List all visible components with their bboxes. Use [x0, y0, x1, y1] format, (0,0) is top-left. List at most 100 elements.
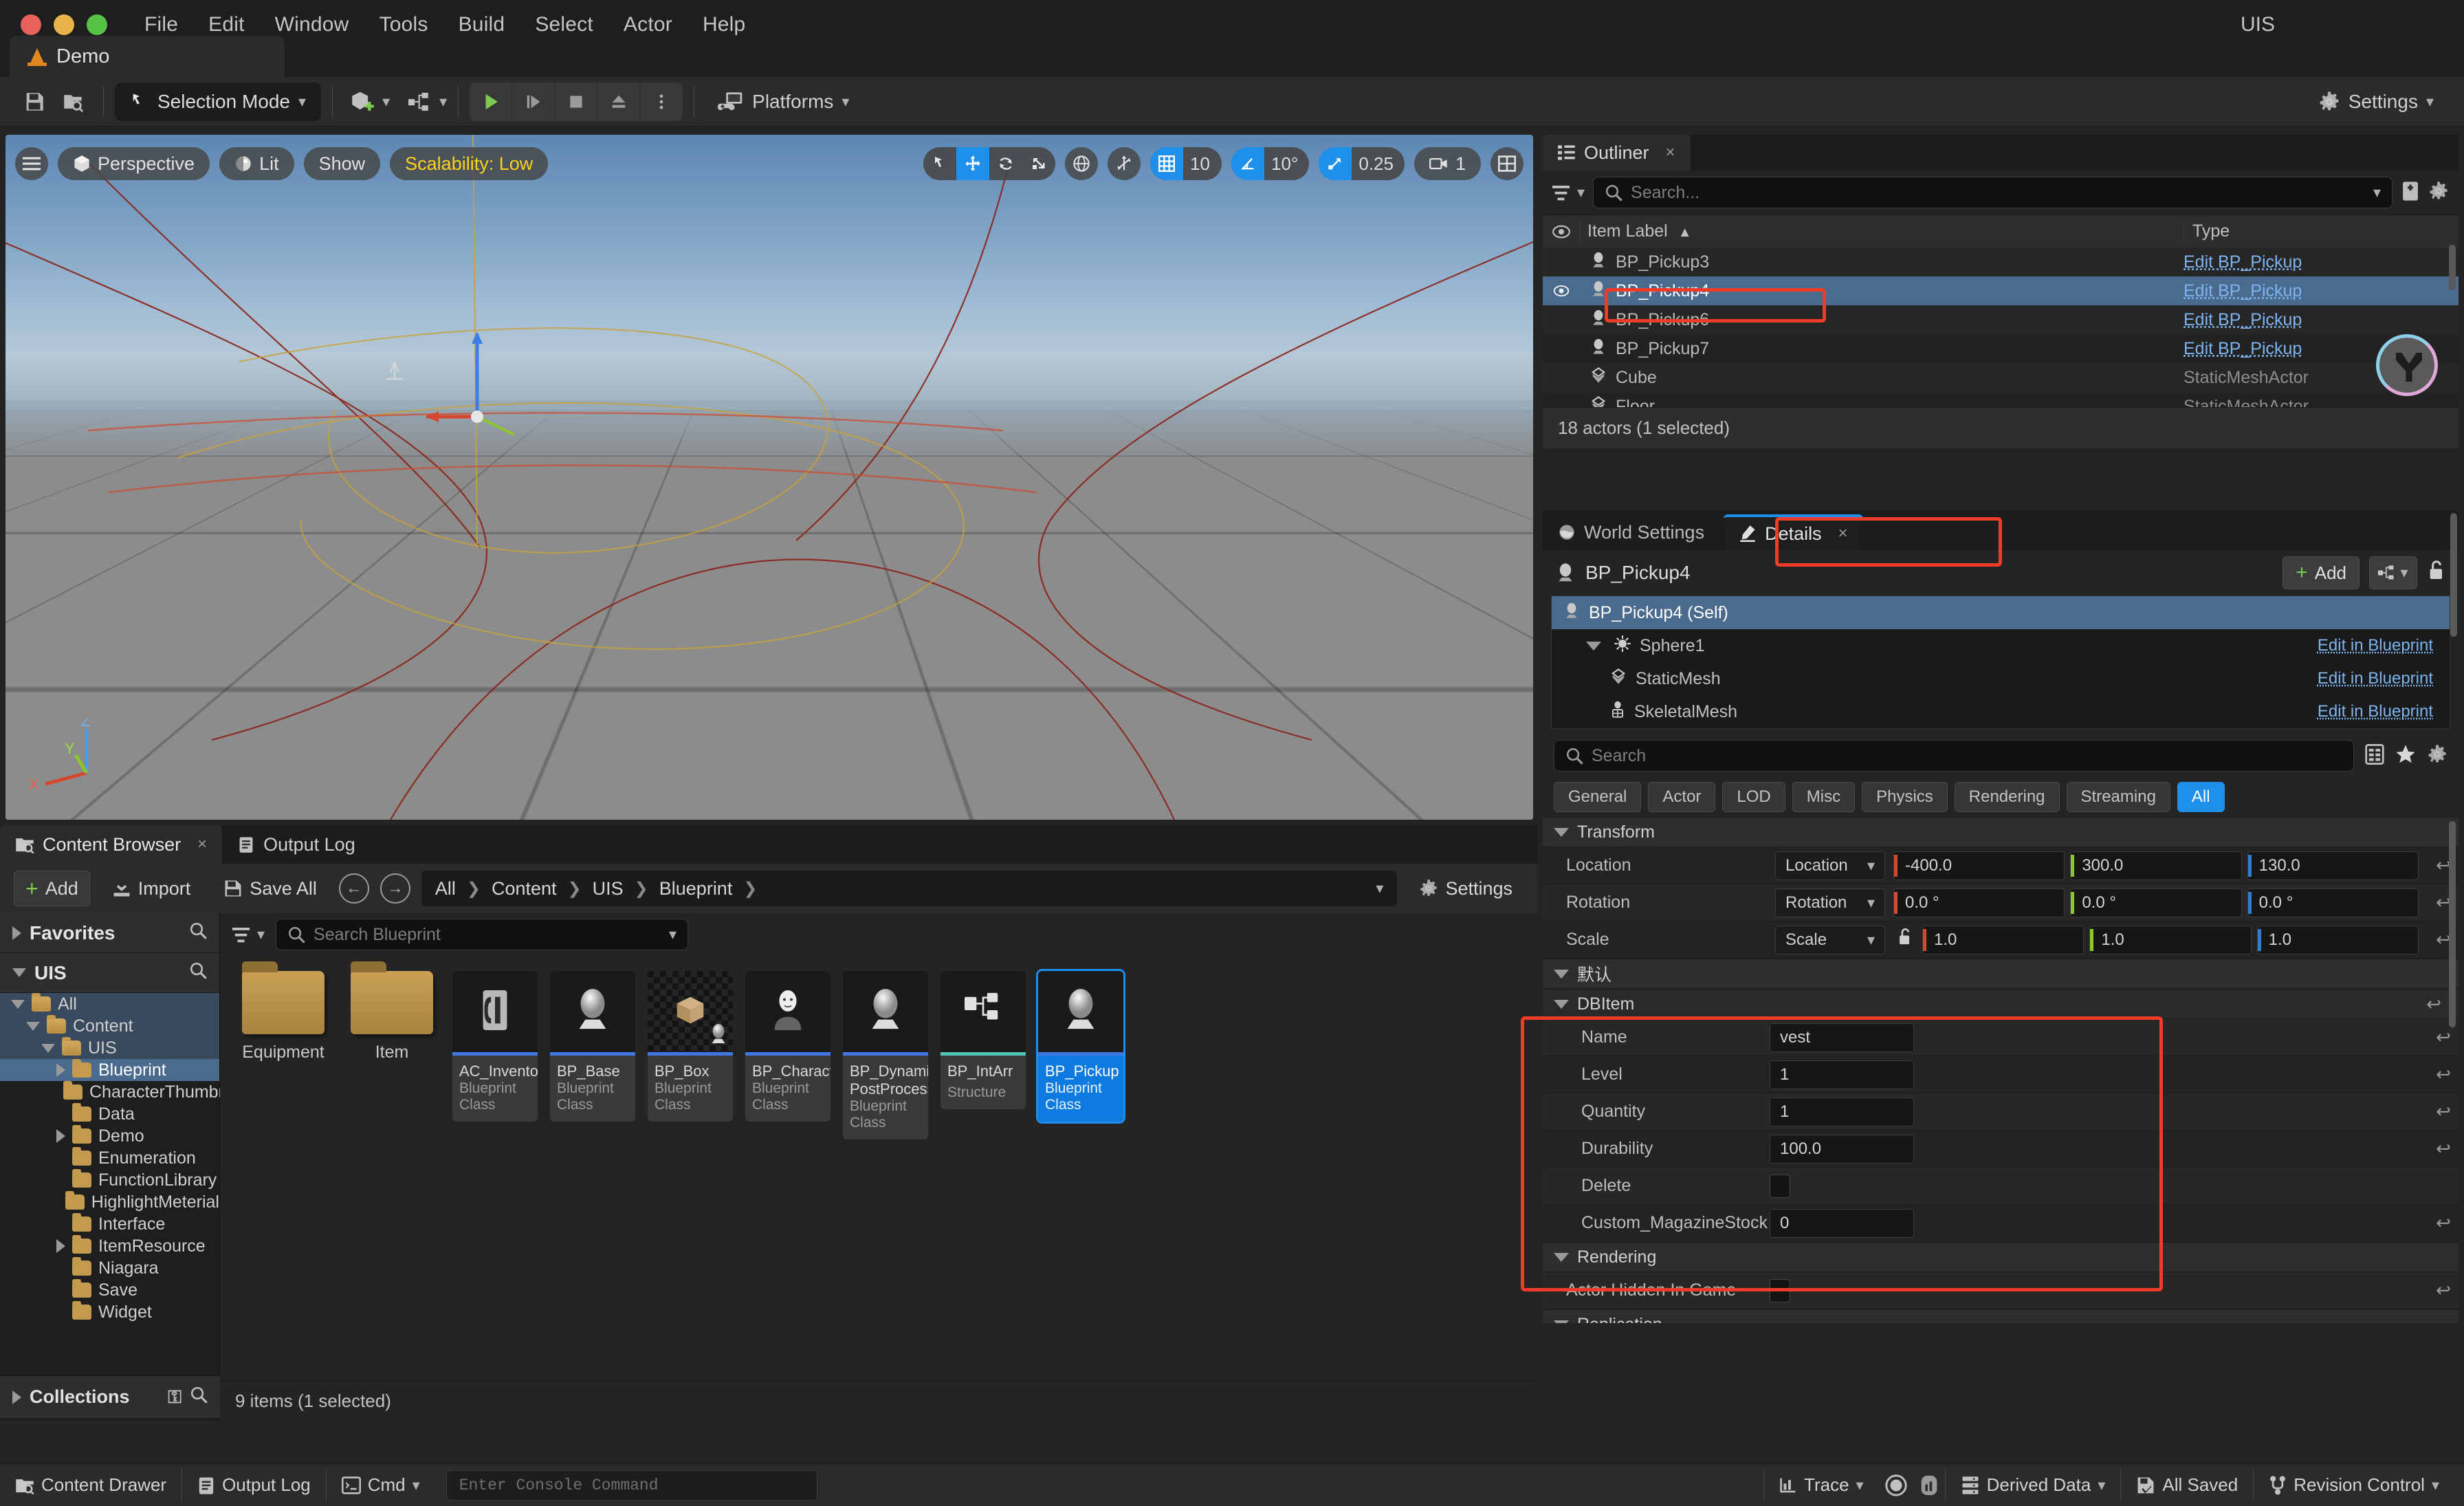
- surface-snap-icon[interactable]: [1108, 147, 1141, 180]
- save-icon[interactable]: [15, 83, 54, 121]
- edit-in-blueprint-link[interactable]: Edit in Blueprint: [2318, 702, 2433, 721]
- scale-snap-icon[interactable]: [1319, 147, 1352, 180]
- favorites-header[interactable]: Favorites: [0, 913, 219, 953]
- outliner-save-icon[interactable]: [2401, 181, 2420, 205]
- platforms-button[interactable]: Platforms ▾: [705, 83, 861, 121]
- grid-snap-value[interactable]: 10: [1183, 153, 1222, 175]
- folder-tree-item-widget[interactable]: Widget: [0, 1301, 219, 1323]
- cb-forward-button[interactable]: →: [380, 873, 410, 904]
- dbitem-name-input[interactable]: vest: [1770, 1023, 1914, 1052]
- dbitem-delete-checkbox[interactable]: [1770, 1174, 1790, 1198]
- component-row-bp-pickup4-self[interactable]: BP_Pickup4 (Self): [1552, 596, 2450, 629]
- section-default-header[interactable]: 默认: [1543, 959, 2458, 989]
- section-transform-header[interactable]: Transform: [1543, 817, 2458, 847]
- rotation-z-input[interactable]: 0.0 °: [2247, 888, 2419, 917]
- revision-control-button[interactable]: Revision Control ▾: [2254, 1464, 2454, 1506]
- component-row-sphere1[interactable]: Sphere1 Edit in Blueprint: [1552, 629, 2450, 662]
- tab-details[interactable]: Details ×: [1724, 514, 1863, 550]
- folder-tree[interactable]: All Content UIS Blueprint CharacterThumbn Dat…: [0, 993, 228, 1323]
- world-coords-icon[interactable]: [1065, 147, 1099, 180]
- lock-details-icon[interactable]: [2427, 560, 2446, 587]
- dbitem-custom-magazinestock-input[interactable]: 0: [1770, 1208, 1914, 1238]
- derived-data-button[interactable]: Derived Data ▾: [1946, 1464, 2121, 1506]
- stop-button[interactable]: [555, 82, 598, 121]
- collapse-triangle-icon[interactable]: [41, 1043, 55, 1053]
- section-dbitem-header[interactable]: DBItem ↩: [1543, 989, 2458, 1019]
- folder-tree-item-itemresource[interactable]: ItemResource: [0, 1235, 219, 1257]
- folder-tree-item-content[interactable]: Content: [0, 1015, 219, 1037]
- folder-tree-item-functionlibrary[interactable]: FunctionLibrary: [0, 1169, 219, 1191]
- close-icon[interactable]: ×: [197, 835, 207, 854]
- dbitem-durability-revert-icon[interactable]: ↩: [2428, 1138, 2458, 1159]
- asset-filter-button[interactable]: ▾: [232, 926, 265, 943]
- outliner-row-bp_pickup4[interactable]: BP_Pickup4 Edit BP_Pickup: [1543, 276, 2458, 305]
- folder-tree-item-blueprint[interactable]: Blueprint: [0, 1059, 219, 1081]
- details-filter-lod[interactable]: LOD: [1722, 782, 1785, 812]
- asset-search-input[interactable]: Search Blueprint ▾: [276, 919, 689, 950]
- edit-in-blueprint-link[interactable]: Edit in Blueprint: [2318, 669, 2433, 688]
- close-icon[interactable]: ×: [1666, 143, 1675, 162]
- component-tree-scrollbar[interactable]: [2450, 513, 2457, 637]
- asset-tile-bp-pickup[interactable]: BP_Pickup Blueprint Class: [1036, 969, 1125, 1124]
- favorites-star-icon[interactable]: [2395, 744, 2416, 768]
- folder-tree-item-characterthumbn[interactable]: CharacterThumbn: [0, 1081, 228, 1103]
- asset-tile-bp-character[interactable]: BP_CharacterBlueprint Class: [745, 971, 830, 1122]
- add-component-button[interactable]: + Add: [2282, 556, 2360, 589]
- scale-tool-icon[interactable]: [1022, 147, 1055, 180]
- dbitem-level-revert-icon[interactable]: ↩: [2428, 1064, 2458, 1085]
- folder-tree-item-uis[interactable]: UIS: [0, 1037, 219, 1059]
- project-tab-demo[interactable]: Demo: [10, 36, 285, 77]
- minimize-window-button[interactable]: [54, 14, 74, 35]
- browse-content-icon[interactable]: [54, 83, 92, 121]
- tab-output-log[interactable]: Output Log: [222, 825, 371, 864]
- level-viewport[interactable]: Perspective Lit Show Scalability: Low 10…: [6, 135, 1533, 820]
- actor-hidden-checkbox[interactable]: [1770, 1278, 1790, 1302]
- column-layout-icon[interactable]: [2365, 743, 2384, 768]
- outliner-row-floor[interactable]: Floor StaticMeshActor: [1543, 392, 2458, 407]
- outliner-settings-icon[interactable]: [2428, 181, 2449, 205]
- folder-tile-equipment[interactable]: Equipment: [235, 961, 331, 1062]
- location-y-input[interactable]: 300.0: [2070, 851, 2242, 880]
- component-row-skeletalmesh[interactable]: SkeletalMesh Edit in Blueprint: [1552, 695, 2450, 728]
- expand-triangle-icon[interactable]: [56, 1129, 65, 1143]
- trace-record-icon[interactable]: [1879, 1464, 1913, 1506]
- breadcrumb-chevron-down-icon[interactable]: ▾: [1376, 880, 1383, 897]
- breadcrumb-blueprint[interactable]: Blueprint: [659, 878, 733, 899]
- tab-outliner[interactable]: Outliner ×: [1543, 135, 1691, 171]
- viewport-scalability-button[interactable]: Scalability: Low: [390, 147, 549, 180]
- column-type[interactable]: Type: [2184, 221, 2458, 241]
- details-filter-buttons[interactable]: General Actor LOD Misc Physics Rendering Strea…: [1543, 777, 2458, 817]
- dbitem-level-input[interactable]: 1: [1770, 1060, 1914, 1089]
- tab-world-settings[interactable]: World Settings: [1543, 514, 1719, 550]
- uis-root-header[interactable]: UIS: [0, 953, 219, 993]
- details-filter-physics[interactable]: Physics: [1862, 782, 1948, 812]
- blueprints-chevron-icon[interactable]: ▾: [439, 93, 447, 111]
- window-controls[interactable]: [21, 14, 107, 35]
- outliner-row-list[interactable]: BP_Pickup3 Edit BP_Pickup BP_Pickup4 Edit B…: [1543, 248, 2458, 407]
- folder-tree-item-niagara[interactable]: Niagara: [0, 1257, 219, 1279]
- viewport-lit-button[interactable]: Lit: [219, 147, 294, 180]
- scale-y-input[interactable]: 1.0: [2089, 925, 2252, 954]
- folder-tree-item-interface[interactable]: Interface: [0, 1213, 219, 1235]
- collapse-triangle-icon[interactable]: [11, 999, 25, 1009]
- collections-search-icon[interactable]: [190, 1386, 208, 1408]
- asset-grid[interactable]: EquipmentItemAC_InventoryBlueprint Class…: [220, 956, 1537, 1381]
- scale-x-input[interactable]: 1.0: [1922, 925, 2084, 954]
- scale-dropdown[interactable]: Scale ▾: [1775, 925, 1885, 954]
- blueprint-options-button[interactable]: ▾: [2369, 556, 2417, 589]
- angle-snap-value[interactable]: 10°: [1264, 153, 1309, 175]
- details-property-list[interactable]: Transform Location Location ▾ -400.0 300…: [1543, 817, 2458, 1323]
- rotation-dropdown[interactable]: Rotation ▾: [1775, 888, 1885, 917]
- section-replication-header[interactable]: Replication: [1543, 1309, 2458, 1323]
- more-options-icon[interactable]: [640, 83, 683, 121]
- trace-button[interactable]: Trace ▾: [1764, 1464, 1879, 1506]
- cb-import-button[interactable]: Import: [101, 871, 202, 906]
- favorites-search-icon[interactable]: [189, 921, 207, 944]
- visibility-toggle-icon[interactable]: [1543, 285, 1580, 297]
- maximize-window-button[interactable]: [87, 14, 107, 35]
- add-actor-chevron-icon[interactable]: ▾: [382, 93, 390, 111]
- expand-triangle-icon[interactable]: [56, 1063, 65, 1077]
- settings-button[interactable]: Settings ▾: [2309, 85, 2443, 118]
- viewport-orientation-cube[interactable]: [2376, 334, 2438, 396]
- folder-tile-item[interactable]: Item: [344, 961, 440, 1062]
